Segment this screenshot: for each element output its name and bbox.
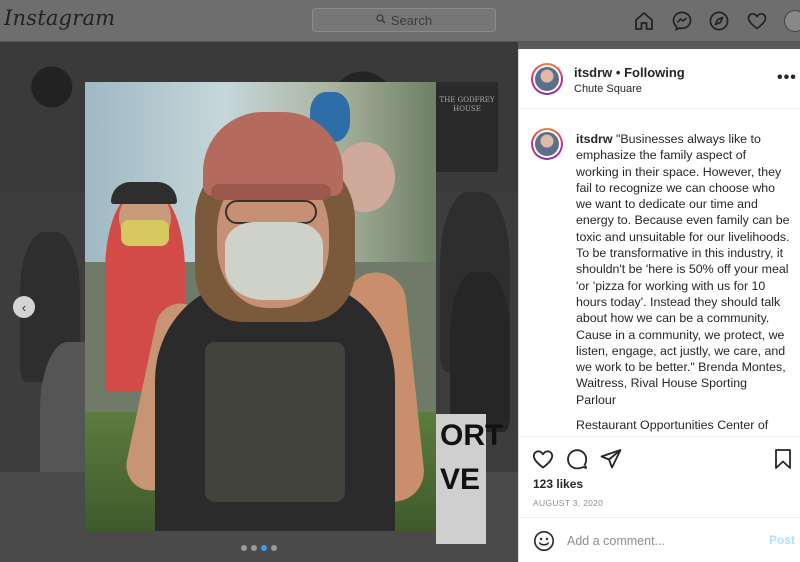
carousel-dot (261, 545, 267, 551)
godfrey-house-sign: THE GODFREY HOUSE (436, 82, 498, 172)
profile-avatar[interactable] (784, 10, 800, 32)
share-paper-plane-icon[interactable] (599, 447, 623, 471)
post-caption: itsdrw "Businesses always like to emphas… (576, 131, 790, 408)
author-username-row: itsdrw • Following (574, 65, 685, 80)
search-box[interactable]: Search (312, 8, 496, 32)
comment-input[interactable] (567, 532, 747, 550)
carousel-dot (271, 545, 277, 551)
caption-text: "Businesses always like to emphasize the… (576, 132, 790, 407)
carousel-dot (251, 545, 257, 551)
more-options-icon[interactable]: ••• (777, 69, 797, 87)
save-bookmark-icon[interactable] (771, 447, 795, 471)
post-date[interactable]: AUGUST 3, 2020 (533, 498, 603, 508)
comment-bubble-icon[interactable] (565, 447, 589, 471)
carousel-prev-button[interactable]: ‹ (13, 296, 35, 318)
home-icon[interactable] (632, 9, 656, 33)
post-photo[interactable] (85, 82, 436, 531)
author-username[interactable]: itsdrw (574, 65, 612, 80)
caption-avatar[interactable] (531, 128, 563, 160)
subject-cap-brim (211, 184, 331, 200)
post-actions: 123 likes AUGUST 3, 2020 Post (519, 436, 800, 562)
post-location[interactable]: Chute Square (574, 83, 642, 95)
like-heart-icon[interactable] (531, 447, 555, 471)
search-placeholder: Search (390, 12, 433, 28)
heart-icon[interactable] (745, 9, 769, 33)
post-header: itsdrw • Following Chute Square ••• (519, 49, 800, 109)
tank-top-print (205, 342, 345, 502)
subject-face-mask (225, 222, 323, 300)
background-person (450, 272, 510, 432)
top-navigation-bar: Instagram Search (0, 0, 800, 42)
post-details-panel: itsdrw • Following Chute Square ••• itsd… (518, 49, 800, 562)
caption-continued: Restaurant Opportunities Center of (576, 418, 769, 432)
protest-poster: ORT VE (436, 414, 503, 544)
carousel-dots (241, 545, 277, 551)
author-avatar[interactable] (531, 63, 563, 95)
background-person-cap (111, 182, 177, 204)
caption-username[interactable]: itsdrw (576, 132, 613, 146)
background-person-mask (121, 220, 169, 246)
search-icon (376, 11, 386, 29)
post-comment-button[interactable]: Post (769, 533, 795, 547)
likes-count[interactable]: 123 likes (533, 477, 583, 491)
emoji-icon[interactable] (533, 530, 555, 552)
explore-icon[interactable] (707, 9, 731, 33)
following-status[interactable]: • Following (616, 65, 685, 80)
instagram-logo[interactable]: Instagram (4, 6, 115, 30)
subject-glasses (225, 200, 317, 224)
carousel-dot (241, 545, 247, 551)
messenger-icon[interactable] (670, 9, 694, 33)
comment-composer: Post (519, 517, 800, 562)
chevron-left-icon: ‹ (21, 299, 27, 315)
